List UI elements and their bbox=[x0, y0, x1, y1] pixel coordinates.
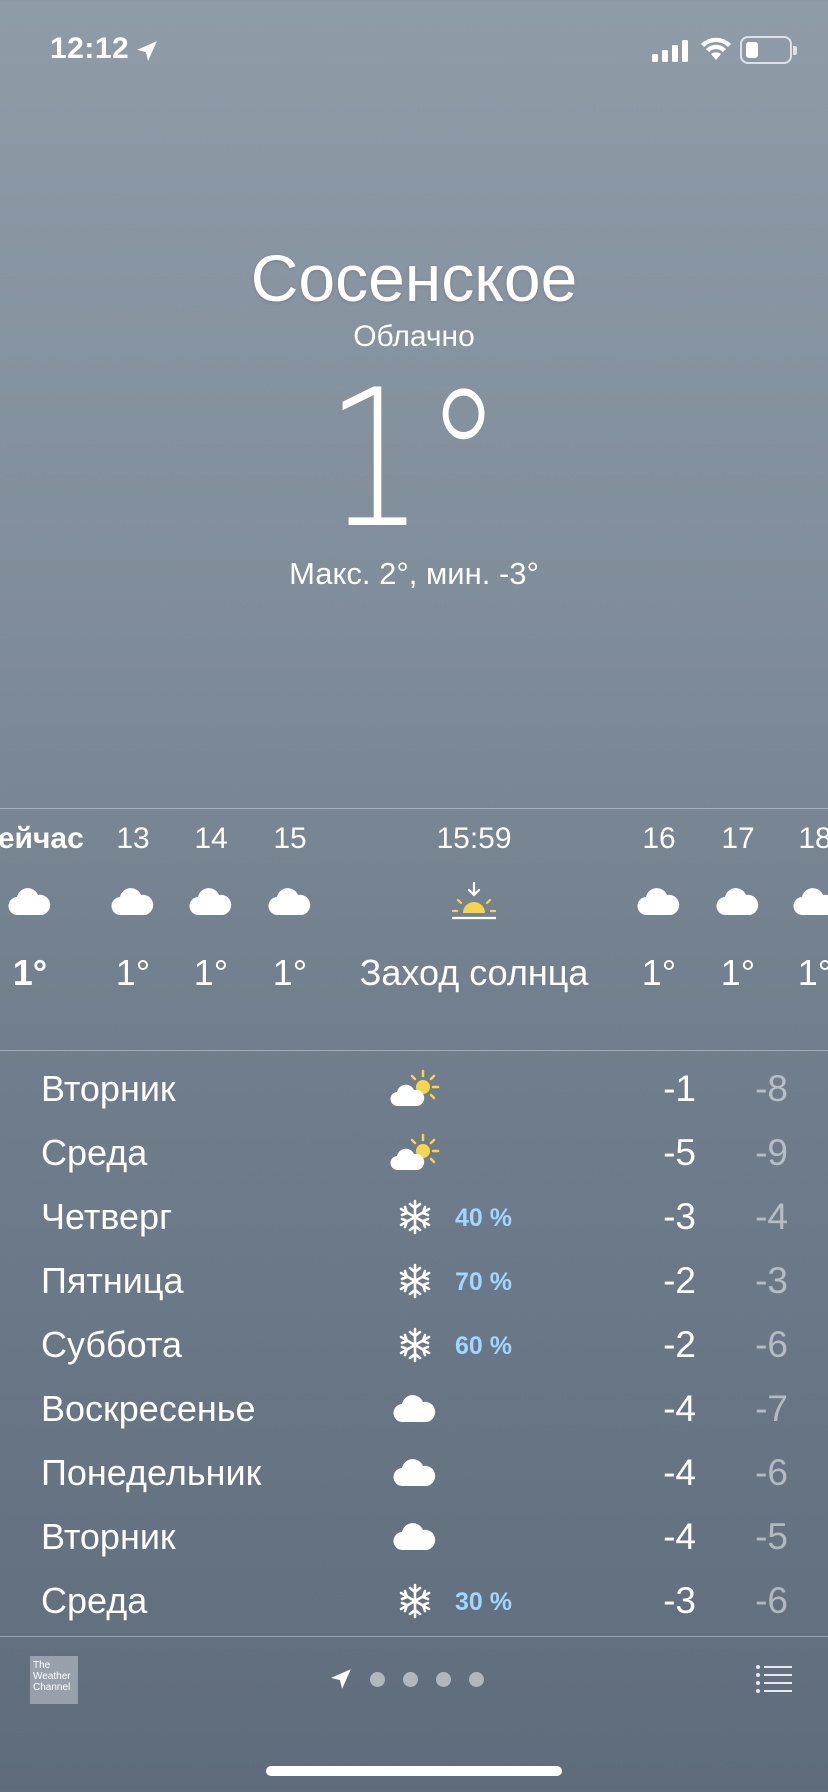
high-temperature: -4 bbox=[663, 1516, 696, 1557]
divider bbox=[0, 1636, 828, 1637]
divider bbox=[0, 1050, 828, 1051]
precipitation-chance: 40 % bbox=[455, 1204, 512, 1232]
day-name: Вторник bbox=[41, 1516, 176, 1557]
high-temperature: -3 bbox=[663, 1580, 696, 1621]
low-temperature: -6 bbox=[755, 1324, 788, 1365]
precipitation-chance: 70 % bbox=[455, 1268, 512, 1296]
day-name: Воскресенье bbox=[41, 1388, 256, 1429]
daily-row: Суббота 60 % -2 -6 bbox=[0, 1316, 828, 1380]
location-arrow-icon bbox=[331, 1669, 351, 1689]
precipitation-chance: 30 % bbox=[455, 1588, 512, 1616]
daily-row: Воскресенье -4 -7 bbox=[0, 1380, 828, 1444]
page-indicator[interactable] bbox=[330, 1668, 484, 1690]
current-temperature: 1° bbox=[325, 349, 503, 570]
daily-row: Четверг 40 % -3 -4 bbox=[0, 1188, 828, 1252]
day-name: Вторник bbox=[41, 1068, 176, 1109]
sunset-icon bbox=[324, 862, 624, 942]
high-low-temperature: Макс. 2°, мин. -3° bbox=[289, 556, 539, 591]
hourly-item: 15:59 Заход солнца bbox=[324, 822, 624, 994]
day-name: Среда bbox=[41, 1132, 148, 1173]
high-temperature: -5 bbox=[663, 1132, 696, 1173]
city-name: Сосенское bbox=[250, 241, 578, 315]
low-temperature: -6 bbox=[755, 1580, 788, 1621]
divider bbox=[0, 808, 828, 809]
location-arrow-icon bbox=[137, 41, 157, 61]
page-dot[interactable] bbox=[436, 1671, 451, 1687]
wifi-icon bbox=[701, 37, 731, 60]
page-dot[interactable] bbox=[403, 1671, 418, 1687]
battery-icon bbox=[740, 36, 797, 64]
low-temperature: -7 bbox=[755, 1388, 788, 1429]
city-list-icon[interactable] bbox=[756, 1664, 792, 1694]
low-temperature: -9 bbox=[755, 1132, 788, 1173]
low-temperature: -6 bbox=[755, 1452, 788, 1493]
weather-channel-logo[interactable]: The Weather Channel bbox=[30, 1656, 78, 1704]
low-temperature: -8 bbox=[755, 1068, 788, 1109]
daily-row: Вторник -1 -8 bbox=[0, 1060, 828, 1124]
daily-row: Пятница 70 % -2 -3 bbox=[0, 1252, 828, 1316]
cloud-icon bbox=[390, 1514, 440, 1560]
cellular-signal-icon bbox=[652, 40, 688, 62]
page-dot[interactable] bbox=[469, 1671, 484, 1687]
precipitation-chance: 60 % bbox=[455, 1332, 512, 1360]
day-name: Суббота bbox=[41, 1324, 182, 1365]
snowflake-icon bbox=[390, 1578, 440, 1624]
daily-row: Среда 30 % -3 -6 bbox=[0, 1572, 828, 1636]
hourly-temperature: Заход солнца bbox=[359, 952, 589, 993]
high-temperature: -2 bbox=[663, 1260, 696, 1301]
daily-row: Среда -5 -9 bbox=[0, 1124, 828, 1188]
day-name: Четверг bbox=[41, 1196, 173, 1237]
cloud-icon bbox=[755, 862, 828, 942]
daily-row: Вторник -4 -5 bbox=[0, 1508, 828, 1572]
page-dot[interactable] bbox=[370, 1671, 385, 1687]
home-indicator[interactable] bbox=[266, 1766, 562, 1776]
low-temperature: -4 bbox=[755, 1196, 788, 1237]
snowflake-icon bbox=[390, 1194, 440, 1240]
hourly-time: 18 bbox=[798, 822, 828, 855]
cloud-icon bbox=[390, 1386, 440, 1432]
day-name: Среда bbox=[41, 1580, 148, 1621]
hourly-item: 18 1° bbox=[755, 822, 828, 994]
high-temperature: -2 bbox=[663, 1324, 696, 1365]
snowflake-icon bbox=[390, 1258, 440, 1304]
partly-cloudy-icon bbox=[390, 1130, 440, 1176]
day-name: Пятница bbox=[41, 1260, 184, 1301]
cloud-icon bbox=[390, 1450, 440, 1496]
snowflake-icon bbox=[390, 1322, 440, 1368]
day-name: Понедельник bbox=[41, 1452, 262, 1493]
low-temperature: -5 bbox=[755, 1516, 788, 1557]
partly-cloudy-icon bbox=[390, 1066, 440, 1112]
weather-channel-logo-text: The Weather Channel bbox=[33, 1660, 71, 1693]
high-temperature: -3 bbox=[663, 1196, 696, 1237]
status-time: 12:12 bbox=[50, 32, 130, 65]
high-temperature: -4 bbox=[663, 1388, 696, 1429]
hourly-temperature: 1° bbox=[797, 952, 828, 993]
high-temperature: -1 bbox=[663, 1068, 696, 1109]
daily-row: Понедельник -4 -6 bbox=[0, 1444, 828, 1508]
high-temperature: -4 bbox=[663, 1452, 696, 1493]
hourly-time: 15:59 bbox=[436, 822, 512, 855]
low-temperature: -3 bbox=[755, 1260, 788, 1301]
